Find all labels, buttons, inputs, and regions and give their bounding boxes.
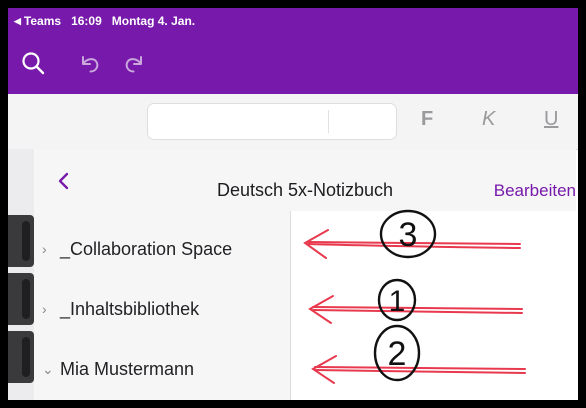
section-label: Mia Mustermann xyxy=(60,358,195,379)
chevron-right-icon: › xyxy=(42,301,47,317)
status-time: 16:09 xyxy=(71,14,102,28)
section-label: _Collaboration Space xyxy=(60,238,233,259)
edit-button[interactable]: Bearbeiten xyxy=(494,181,576,201)
section-inhaltsbibliothek[interactable]: › _Inhaltsbibliothek xyxy=(42,284,288,334)
redo-icon[interactable] xyxy=(120,48,150,78)
font-style-field[interactable] xyxy=(147,103,397,140)
binder-ring xyxy=(22,279,30,319)
undo-icon[interactable] xyxy=(74,48,104,78)
binder-tab[interactable] xyxy=(8,273,34,325)
section-label: _Inhaltsbibliothek xyxy=(60,298,200,319)
section-collaboration-space[interactable]: › _Collaboration Space xyxy=(42,224,288,274)
binder-ring xyxy=(22,221,30,261)
notebook-binder xyxy=(8,149,34,400)
back-app-label: Teams xyxy=(23,14,62,28)
chevron-right-icon: › xyxy=(42,241,47,257)
back-triangle-icon: ◀ xyxy=(14,15,21,26)
status-date: Montag 4. Jan. xyxy=(111,14,196,28)
underline-button[interactable]: U xyxy=(544,108,558,131)
section-mia-mustermann[interactable]: ⌄ Mia Mustermann xyxy=(42,344,288,394)
binder-tab[interactable] xyxy=(8,215,34,267)
status-bar: ◀ Teams 16:09 Montag 4. Jan. xyxy=(14,13,195,29)
notebook-nav-header: Deutsch 5x-Notizbuch Bearbeiten xyxy=(34,149,576,211)
bold-button[interactable]: F xyxy=(421,108,433,131)
app-header: ◀ Teams 16:09 Montag 4. Jan. xyxy=(8,8,578,94)
back-to-app-link[interactable]: ◀ Teams xyxy=(14,14,61,28)
italic-button[interactable]: K xyxy=(482,108,495,131)
binder-ring xyxy=(22,337,30,377)
chevron-down-icon: ⌄ xyxy=(42,360,54,377)
notebook-navigation-panel: Deutsch 5x-Notizbuch Bearbeiten › _Colla… xyxy=(34,149,576,400)
search-icon[interactable] xyxy=(18,48,48,78)
pages-pane xyxy=(291,211,576,400)
onenote-screen: ◀ Teams 16:09 Montag 4. Jan. F K U Deuts… xyxy=(8,8,578,400)
format-toolbar: F K U xyxy=(8,94,578,150)
binder-tab[interactable] xyxy=(8,331,34,383)
field-divider xyxy=(328,110,329,133)
